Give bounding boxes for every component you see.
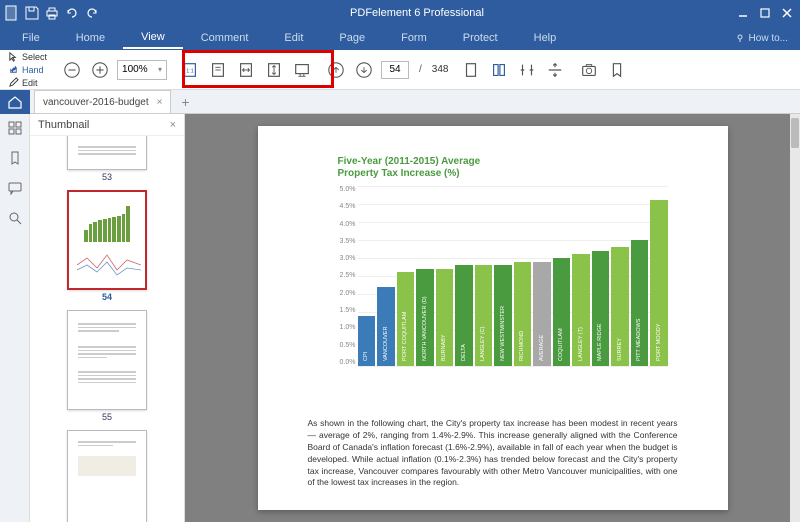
menu-form[interactable]: Form (383, 28, 445, 48)
chevron-down-icon: ▾ (158, 65, 162, 74)
close-tab-icon[interactable]: × (157, 97, 163, 108)
menu-help[interactable]: Help (516, 28, 575, 48)
title-bar: PDFelement 6 Professional (0, 0, 800, 26)
document-tabstrip: vancouver-2016-budget × + (0, 90, 800, 114)
single-page-icon[interactable] (460, 59, 482, 81)
thumbnail-panel-title: Thumbnail (38, 119, 89, 131)
page-separator: / (415, 64, 426, 75)
menu-comment[interactable]: Comment (183, 28, 267, 48)
thumbnail-item[interactable] (30, 430, 184, 522)
vertical-scrollbar[interactable] (790, 114, 800, 522)
document-viewport[interactable]: Five-Year (2011-2015) Average Property T… (185, 114, 800, 522)
thumbnail-panel-header: Thumbnail × (30, 114, 184, 136)
zoom-value: 100% (122, 64, 148, 75)
howto-link[interactable]: How to... (735, 33, 788, 44)
home-tab-button[interactable] (0, 90, 30, 114)
search-rail-icon[interactable] (7, 210, 23, 226)
two-page-icon[interactable] (516, 59, 538, 81)
hand-label: Hand (22, 65, 44, 75)
zoom-input[interactable]: 100% ▾ (117, 60, 167, 80)
pagelayout-group (454, 59, 572, 81)
cursor-tools: Select Hand Edit (8, 50, 55, 89)
location-icon (735, 33, 745, 43)
close-panel-icon[interactable]: × (170, 119, 176, 131)
edit-tool[interactable]: Edit (8, 76, 47, 89)
chart-title: Five-Year (2011-2015) Average Property T… (338, 156, 678, 180)
layout-group: 1:1 (173, 59, 319, 81)
chart-bars: CPIVANCOUVERPORT COQUITLAMNORTH VANCOUVE… (358, 186, 668, 366)
bookmarks-rail-icon[interactable] (7, 150, 23, 166)
comments-rail-icon[interactable] (7, 180, 23, 196)
menu-page[interactable]: Page (321, 28, 383, 48)
page-number-input[interactable]: 54 (381, 61, 409, 79)
quick-access-toolbar (4, 5, 100, 21)
maximize-button[interactable] (756, 4, 774, 22)
continuous-icon[interactable] (488, 59, 510, 81)
next-page-button[interactable] (353, 59, 375, 81)
left-rail (0, 114, 30, 522)
page-content: Five-Year (2011-2015) Average Property T… (258, 126, 728, 510)
select-tool[interactable]: Select (8, 50, 47, 63)
prev-page-button[interactable] (325, 59, 347, 81)
page-total: 348 (432, 64, 449, 75)
menu-edit[interactable]: Edit (266, 28, 321, 48)
minimize-button[interactable] (734, 4, 752, 22)
ribbon-toolbar: Select Hand Edit 100% ▾ 1:1 54 / 348 (0, 50, 800, 90)
thumbnail-label: 55 (102, 412, 112, 422)
file-tab[interactable]: vancouver-2016-budget × (34, 90, 171, 113)
workspace: Thumbnail × 53 54 55 (0, 114, 800, 522)
undo-icon[interactable] (64, 5, 80, 21)
menu-home[interactable]: Home (58, 28, 123, 48)
fullscreen-icon[interactable] (291, 59, 313, 81)
print-icon[interactable] (44, 5, 60, 21)
redo-icon[interactable] (84, 5, 100, 21)
select-label: Select (22, 52, 47, 62)
bookmark-icon[interactable] (606, 59, 628, 81)
window-controls (734, 4, 796, 22)
menu-file[interactable]: File (4, 28, 58, 48)
thumbnail-item[interactable]: 55 (30, 310, 184, 422)
add-tab-button[interactable]: + (175, 94, 195, 110)
svg-text:1:1: 1:1 (186, 68, 193, 74)
edit-label: Edit (22, 78, 38, 88)
chart: 5.0%4.5%4.0%3.5%3.0%2.5%2.0%1.5%1.0%0.5%… (328, 186, 678, 406)
thumbnails-rail-icon[interactable] (7, 120, 23, 136)
app-title: PDFelement 6 Professional (100, 7, 734, 19)
fit-height-icon[interactable] (263, 59, 285, 81)
thumbnail-item[interactable]: 53 (30, 136, 184, 182)
nav-group: 54 / 348 (319, 59, 454, 81)
hand-tool[interactable]: Hand (8, 63, 47, 76)
scrollbar-thumb[interactable] (791, 118, 799, 148)
chart-y-axis: 5.0%4.5%4.0%3.5%3.0%2.5%2.0%1.5%1.0%0.5%… (328, 186, 356, 366)
fit-width-icon[interactable] (235, 59, 257, 81)
file-tab-label: vancouver-2016-budget (43, 97, 149, 108)
zoom-group: 100% ▾ (55, 59, 173, 81)
body-paragraph: As shown in the following chart, the Cit… (308, 418, 678, 489)
thumbnail-list[interactable]: 53 54 55 (30, 136, 184, 522)
actual-size-icon[interactable]: 1:1 (179, 59, 201, 81)
menu-bar: File Home View Comment Edit Page Form Pr… (0, 26, 800, 50)
zoom-out-button[interactable] (61, 59, 83, 81)
menu-protect[interactable]: Protect (445, 28, 516, 48)
thumbnail-label: 54 (102, 292, 112, 302)
close-button[interactable] (778, 4, 796, 22)
zoom-in-button[interactable] (89, 59, 111, 81)
menu-view[interactable]: View (123, 27, 183, 49)
howto-label: How to... (749, 33, 788, 44)
save-icon[interactable] (24, 5, 40, 21)
two-page-continuous-icon[interactable] (544, 59, 566, 81)
thumbnail-label: 53 (102, 172, 112, 182)
thumbnail-panel: Thumbnail × 53 54 55 (30, 114, 185, 522)
thumbnail-item[interactable]: 54 (30, 190, 184, 302)
misc-group (572, 59, 634, 81)
app-icon (4, 5, 20, 21)
fit-page-icon[interactable] (207, 59, 229, 81)
snapshot-icon[interactable] (578, 59, 600, 81)
